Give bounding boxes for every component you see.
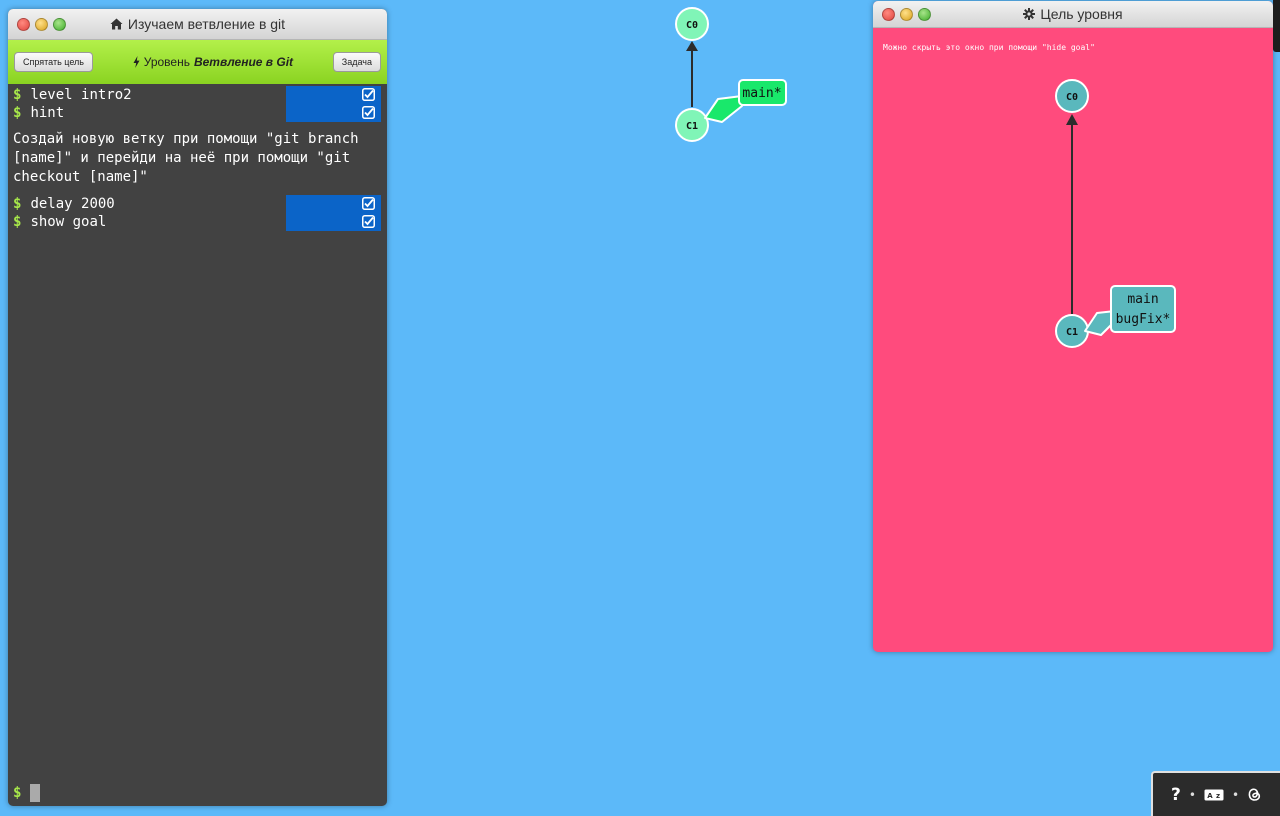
goal-commit-node-c1: C1 — [1055, 314, 1089, 348]
commit-label: C0 — [1066, 92, 1078, 103]
goal-commit-node-c0: C0 — [1055, 79, 1089, 113]
branch-main[interactable]: main* — [704, 79, 787, 123]
separator: • — [1188, 787, 1196, 802]
edge-arrowhead — [1066, 114, 1078, 125]
branch-arrow — [704, 95, 743, 123]
commit-node-c1[interactable]: C1 — [675, 108, 709, 142]
edge-strip — [1273, 0, 1280, 52]
edge-arrowhead — [686, 41, 698, 51]
goal-window: Цель уровня Можно скрыть это окно при по… — [873, 1, 1273, 652]
branch-label: main* — [742, 86, 781, 101]
commit-node-c0[interactable]: C0 — [675, 7, 709, 41]
branch-label: main — [1127, 292, 1158, 307]
svg-text:z: z — [1216, 792, 1220, 800]
help-button[interactable]: ? — [1171, 785, 1181, 805]
separator: • — [1231, 787, 1240, 802]
keyboard-button[interactable]: Az — [1204, 789, 1224, 801]
keyboard-icon: Az — [1204, 789, 1224, 800]
threads-icon — [1248, 788, 1261, 801]
goal-commit-graph: C0 C1 main bugFix* — [1055, 79, 1176, 348]
threads-button[interactable] — [1247, 787, 1262, 802]
goal-branch-labels: main bugFix* — [1084, 285, 1176, 336]
bottom-controls: ? • Az • — [1151, 771, 1280, 816]
commit-label: C1 — [1066, 327, 1078, 338]
commit-label: C0 — [686, 20, 698, 31]
commit-label: C1 — [686, 121, 698, 132]
svg-text:A: A — [1207, 792, 1213, 800]
branch-label: bugFix* — [1116, 312, 1171, 327]
